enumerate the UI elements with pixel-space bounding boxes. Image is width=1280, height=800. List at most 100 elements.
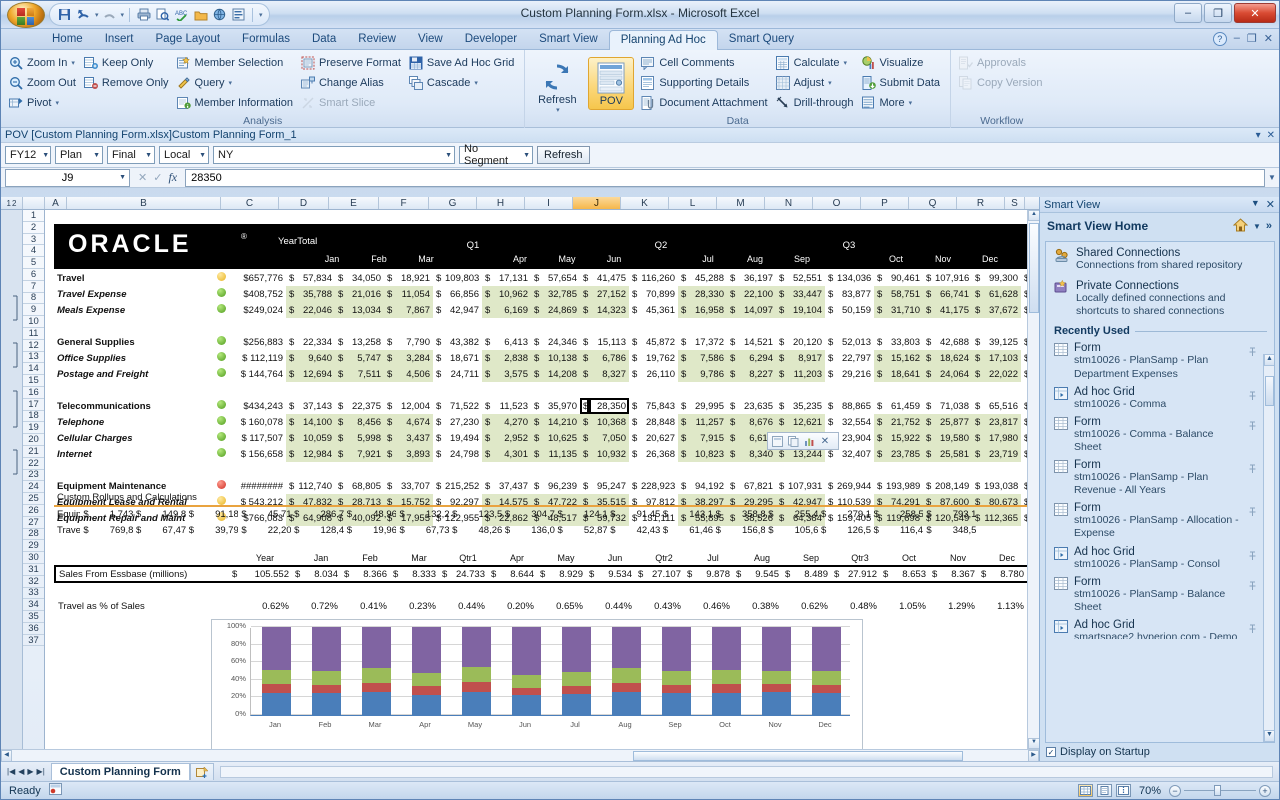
insert-worksheet-button[interactable]	[190, 763, 214, 780]
cell-value[interactable]: 0.44%	[448, 598, 488, 614]
cell-value[interactable]: 0.41%	[350, 598, 390, 614]
scroll-left-icon[interactable]: ◀	[1, 750, 12, 761]
column-header-E[interactable]: E	[329, 197, 379, 209]
cell-value[interactable]: 67,474	[159, 522, 185, 538]
document-attachment-button[interactable]: Document Attachment	[638, 93, 772, 113]
cell-value[interactable]: 67,732	[423, 522, 449, 538]
cell-value[interactable]: 793,18	[950, 506, 976, 522]
cell-value[interactable]: 28,330	[687, 286, 727, 302]
cell-value[interactable]: 7,790	[393, 334, 433, 350]
cell-value[interactable]: 4,270	[491, 414, 531, 430]
cell-value[interactable]: 6,294	[736, 350, 776, 366]
cell-value[interactable]: 52,013	[834, 334, 874, 350]
cell-value[interactable]: 20,627	[638, 430, 678, 446]
ribbon-tab-home[interactable]: Home	[41, 30, 94, 49]
cell-value[interactable]: 27.912	[840, 566, 880, 582]
cell-value[interactable]: 31,710	[883, 302, 923, 318]
close-icon[interactable]: ✕	[1266, 198, 1275, 211]
column-header-M[interactable]: M	[717, 197, 765, 209]
cell-value[interactable]: 258,554	[897, 506, 923, 522]
table-row[interactable]: Cellular Charges$ 117,507$10,059$5,998$3…	[54, 430, 1039, 446]
rollup-table[interactable]: Custom Rollups and CalculationsEquipment…	[54, 490, 1029, 538]
ribbon-tab-data[interactable]: Data	[301, 30, 347, 49]
chart-bar-segment[interactable]	[412, 686, 441, 695]
outline-level-buttons[interactable]: 12	[1, 197, 23, 209]
cell-value[interactable]: 15,922	[883, 430, 923, 446]
cell-value[interactable]: 10,625	[540, 430, 580, 446]
table-row[interactable]: Telephone$ 160,078$14,100$8,456$4,674$27…	[54, 414, 1039, 430]
cell-value[interactable]: 0.72%	[301, 598, 341, 614]
cell-value[interactable]: 71,038	[932, 398, 972, 414]
cell-value[interactable]: 7,586	[687, 350, 727, 366]
chevron-down-icon[interactable]: ▾	[909, 99, 913, 107]
private-connections-item[interactable]: Private Connections Locally defined conn…	[1046, 272, 1274, 318]
chart-bar-segment[interactable]	[512, 627, 541, 675]
refresh-button[interactable]: Refresh▾	[533, 57, 582, 116]
column-header-F[interactable]: F	[379, 197, 429, 209]
cell-value[interactable]: 12,984	[295, 446, 335, 462]
chart-bar-segment[interactable]	[312, 627, 341, 671]
zoom-track[interactable]	[1184, 790, 1256, 791]
travel-pct-row[interactable]: Travel as % of Sales0.62%0.72%0.41%0.23%…	[55, 598, 1039, 614]
row-header-22[interactable]: 22	[23, 458, 44, 470]
column-header-I[interactable]: I	[525, 197, 573, 209]
cell-value[interactable]: 32,407	[834, 446, 874, 462]
chart-bar-segment[interactable]	[462, 667, 491, 682]
column-header-S[interactable]: S	[1005, 197, 1025, 209]
recent-item[interactable]: Formstm10026 - Comma - Balance Sheet	[1046, 413, 1262, 456]
chevron-down-icon[interactable]: ▼	[1251, 198, 1260, 211]
pov-button[interactable]: POV	[588, 57, 634, 110]
chart-bar-segment[interactable]	[362, 627, 391, 668]
cell-value[interactable]: 28,848	[638, 414, 678, 430]
cell-value[interactable]: 57,654	[540, 270, 580, 286]
submit-data-button[interactable]: Submit Data	[859, 73, 946, 93]
cell-value[interactable]: 9.878	[693, 566, 733, 582]
cell-value[interactable]: 358,809	[739, 506, 765, 522]
cell-value[interactable]: 70,899	[638, 286, 678, 302]
cell-value[interactable]: 21,752	[883, 414, 923, 430]
row-header-12[interactable]: 12	[23, 340, 44, 352]
chart-bar-segment[interactable]	[362, 683, 391, 692]
cell-value[interactable]: 12,694	[295, 366, 335, 382]
row-header-29[interactable]: 29	[23, 540, 44, 552]
pin-icon[interactable]	[1248, 386, 1258, 411]
cell-value[interactable]: 61,628	[981, 286, 1021, 302]
member-information-button[interactable]: Member Information	[174, 93, 298, 113]
cell-value[interactable]: 91,456	[634, 506, 660, 522]
column-header-C[interactable]: C	[221, 197, 279, 209]
normal-view-icon[interactable]	[1078, 784, 1093, 797]
column-header-O[interactable]: O	[813, 197, 861, 209]
table-row[interactable]: Postage and Freight$ 144,764$12,694$7,51…	[54, 366, 1039, 382]
expand-formula-bar-icon[interactable]: ▼	[1265, 173, 1279, 182]
cell-value[interactable]: 10,059	[295, 430, 335, 446]
cell-value[interactable]: 5,998	[344, 430, 384, 446]
cell-value[interactable]: 57,834	[295, 270, 335, 286]
cell-value[interactable]: 3,893	[393, 446, 433, 462]
pivot-button[interactable]: Pivot▾	[6, 93, 81, 113]
cell-value[interactable]: 0.20%	[497, 598, 537, 614]
cell-value[interactable]: 3,284	[393, 350, 433, 366]
supporting-details-button[interactable]: Supporting Details	[638, 73, 772, 93]
row-header-27[interactable]: 27	[23, 517, 44, 529]
cell-value[interactable]: 45,288	[687, 270, 727, 286]
chart-bar-segment[interactable]	[462, 692, 491, 715]
chart-bar-segment[interactable]	[362, 692, 391, 715]
cell-value[interactable]: 24.733	[448, 566, 488, 582]
cell-value[interactable]: 0.43%	[644, 598, 684, 614]
ribbon-tab-insert[interactable]: Insert	[94, 30, 145, 49]
cell-value[interactable]: 61,459	[883, 398, 923, 414]
row-header-19[interactable]: 19	[23, 422, 44, 434]
chart-bar-segment[interactable]	[762, 671, 791, 684]
cancel-formula-icon[interactable]: ✕	[138, 171, 147, 184]
horizontal-scrollbar[interactable]: ◀ ▶	[1, 749, 1039, 761]
cell-value[interactable]: 6,169	[491, 302, 531, 318]
cell-value[interactable]: 8.653	[889, 566, 929, 582]
sheet-tab-custom-planning-form[interactable]: Custom Planning Form	[51, 763, 190, 780]
cell-value[interactable]: 23,785	[883, 446, 923, 462]
ribbon-tab-page-layout[interactable]: Page Layout	[144, 30, 231, 49]
row-header-23[interactable]: 23	[23, 470, 44, 482]
chart-icon[interactable]	[802, 434, 816, 448]
row-header-11[interactable]: 11	[23, 328, 44, 340]
row-header-35[interactable]: 35	[23, 611, 44, 623]
chart-bar-segment[interactable]	[412, 673, 441, 686]
